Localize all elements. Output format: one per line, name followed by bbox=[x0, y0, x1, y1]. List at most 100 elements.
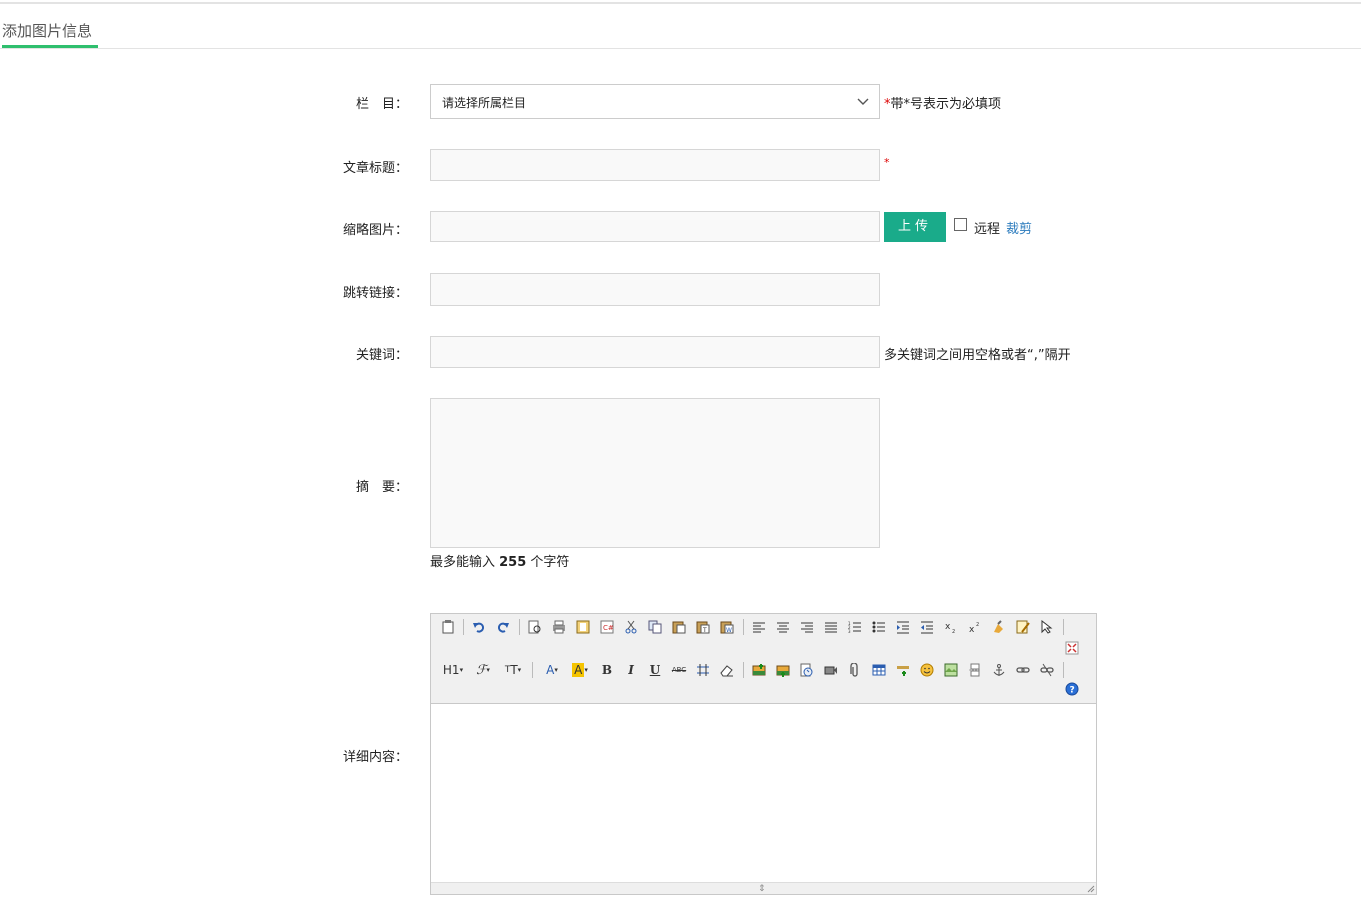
tab-bar: 添加图片信息 bbox=[0, 4, 1361, 49]
resize-handle-icon[interactable]: ⇕ bbox=[758, 884, 766, 894]
paste-icon[interactable] bbox=[669, 617, 689, 637]
content-label: 详细内容： bbox=[342, 750, 408, 765]
rich-text-editor[interactable]: C# T W 123 x2 x2 H1 ▾ ℱ ▾ T T ▾ A ▾ A ▾ B I U … bbox=[430, 613, 1097, 895]
underline-icon[interactable]: U bbox=[645, 660, 665, 680]
select-all-icon[interactable] bbox=[1013, 617, 1033, 637]
justify-icon[interactable] bbox=[821, 617, 841, 637]
thumbnail-label: 缩略图片： bbox=[342, 223, 408, 238]
table-icon[interactable] bbox=[869, 660, 889, 680]
crop-link[interactable]: 裁剪 bbox=[1006, 218, 1032, 237]
editor-resize-bar[interactable]: ⇕ bbox=[431, 882, 1096, 894]
required-hint: *带*号表示为必填项 bbox=[884, 93, 1001, 112]
subscript-icon[interactable]: x2 bbox=[941, 617, 961, 637]
keywords-input[interactable] bbox=[430, 336, 880, 368]
remove-format-icon[interactable] bbox=[717, 660, 737, 680]
highlight-icon[interactable]: A ▾ bbox=[567, 660, 593, 680]
heading-label: H1 bbox=[442, 663, 460, 677]
link-icon[interactable] bbox=[1013, 660, 1033, 680]
remote-checkbox[interactable] bbox=[954, 218, 967, 231]
title-required-star: * bbox=[884, 156, 890, 169]
cut-icon[interactable] bbox=[621, 617, 641, 637]
copy-icon[interactable] bbox=[645, 617, 665, 637]
code-icon[interactable]: C# bbox=[597, 617, 617, 637]
flash-icon[interactable] bbox=[797, 660, 817, 680]
required-hint-text: 带*号表示为必填项 bbox=[890, 97, 1002, 112]
redo-icon[interactable] bbox=[493, 617, 513, 637]
select-icon[interactable] bbox=[1037, 617, 1057, 637]
link-label: 跳转链接： bbox=[342, 286, 408, 301]
svg-text:3: 3 bbox=[848, 629, 851, 634]
char-limit-prefix: 最多能输入 bbox=[430, 555, 500, 570]
strike-label: ABC bbox=[671, 666, 687, 674]
char-limit-count: 255 bbox=[499, 555, 527, 570]
toolbar-separator bbox=[1063, 662, 1064, 678]
editor-toolbar: C# T W 123 x2 x2 H1 ▾ ℱ ▾ T T ▾ A ▾ A ▾ B I U … bbox=[431, 614, 1096, 704]
font-color-icon[interactable]: A ▾ bbox=[540, 660, 564, 680]
multi-image-icon[interactable] bbox=[773, 660, 793, 680]
paste-word-icon[interactable]: W bbox=[717, 617, 737, 637]
font-size-icon[interactable]: T T ▾ bbox=[501, 660, 525, 680]
unlink-icon[interactable] bbox=[1037, 660, 1057, 680]
summary-textarea[interactable] bbox=[430, 398, 880, 548]
indent-icon[interactable] bbox=[893, 617, 913, 637]
active-tab-indicator bbox=[2, 45, 98, 48]
corner-resize-icon[interactable] bbox=[1087, 885, 1095, 893]
outdent-icon[interactable] bbox=[917, 617, 937, 637]
fullscreen-icon[interactable] bbox=[1062, 638, 1082, 658]
align-left-icon[interactable] bbox=[749, 617, 769, 637]
superscript-icon[interactable]: x2 bbox=[965, 617, 985, 637]
title-input[interactable] bbox=[430, 149, 880, 181]
toolbar-separator bbox=[1063, 619, 1064, 635]
align-right-icon[interactable] bbox=[797, 617, 817, 637]
help-icon[interactable]: ? bbox=[1062, 679, 1082, 699]
source-icon[interactable] bbox=[438, 617, 458, 637]
heading-icon[interactable]: H1 ▾ bbox=[440, 660, 466, 680]
char-limit-suffix: 个字符 bbox=[526, 555, 570, 570]
svg-text:W: W bbox=[726, 627, 732, 634]
paste-text-icon[interactable]: T bbox=[693, 617, 713, 637]
template-icon[interactable] bbox=[573, 617, 593, 637]
bold-icon[interactable]: B bbox=[597, 660, 617, 680]
pagebreak-icon[interactable] bbox=[965, 660, 985, 680]
title-label: 文章标题： bbox=[342, 161, 408, 176]
toolbar-separator bbox=[743, 619, 744, 635]
link-input[interactable] bbox=[430, 273, 880, 306]
line-height-icon[interactable] bbox=[693, 660, 713, 680]
attachment-icon[interactable] bbox=[845, 660, 865, 680]
hr-icon[interactable] bbox=[893, 660, 913, 680]
keywords-label: 关键词： bbox=[355, 348, 408, 363]
remote-label: 远程 bbox=[974, 222, 1001, 237]
summary-char-limit: 最多能输入 255 个字符 bbox=[430, 551, 569, 570]
column-select-value: 请选择所属栏目 bbox=[442, 96, 527, 110]
toolbar-separator bbox=[463, 619, 464, 635]
media-icon[interactable] bbox=[821, 660, 841, 680]
toolbar-separator bbox=[532, 662, 533, 678]
upload-button[interactable]: 上传 bbox=[884, 212, 946, 242]
toolbar-separator bbox=[743, 662, 744, 678]
italic-icon[interactable]: I bbox=[621, 660, 641, 680]
thumbnail-input[interactable] bbox=[430, 211, 880, 242]
svg-text:x: x bbox=[945, 622, 951, 632]
image-icon[interactable] bbox=[749, 660, 769, 680]
column-select[interactable]: 请选择所属栏目 bbox=[430, 84, 880, 119]
emoticon-icon[interactable] bbox=[917, 660, 937, 680]
bold-label: B bbox=[601, 663, 613, 677]
tab-add-image-info[interactable]: 添加图片信息 bbox=[2, 20, 92, 41]
map-icon[interactable] bbox=[941, 660, 961, 680]
ordered-list-icon[interactable]: 123 bbox=[845, 617, 865, 637]
clear-format-icon[interactable] bbox=[989, 617, 1009, 637]
svg-text:2: 2 bbox=[976, 622, 979, 628]
strikethrough-icon[interactable]: ABC bbox=[669, 660, 689, 680]
print-icon[interactable] bbox=[549, 617, 569, 637]
unordered-list-icon[interactable] bbox=[869, 617, 889, 637]
svg-text:C#: C# bbox=[603, 624, 614, 632]
svg-text:2: 2 bbox=[952, 629, 955, 634]
summary-label: 摘 要： bbox=[355, 480, 408, 495]
anchor-icon[interactable] bbox=[989, 660, 1009, 680]
font-family-icon[interactable]: ℱ ▾ bbox=[471, 660, 495, 680]
preview-icon[interactable] bbox=[525, 617, 545, 637]
align-center-icon[interactable] bbox=[773, 617, 793, 637]
undo-icon[interactable] bbox=[469, 617, 489, 637]
svg-text:x: x bbox=[969, 625, 975, 634]
editor-content-area[interactable] bbox=[431, 705, 1096, 883]
